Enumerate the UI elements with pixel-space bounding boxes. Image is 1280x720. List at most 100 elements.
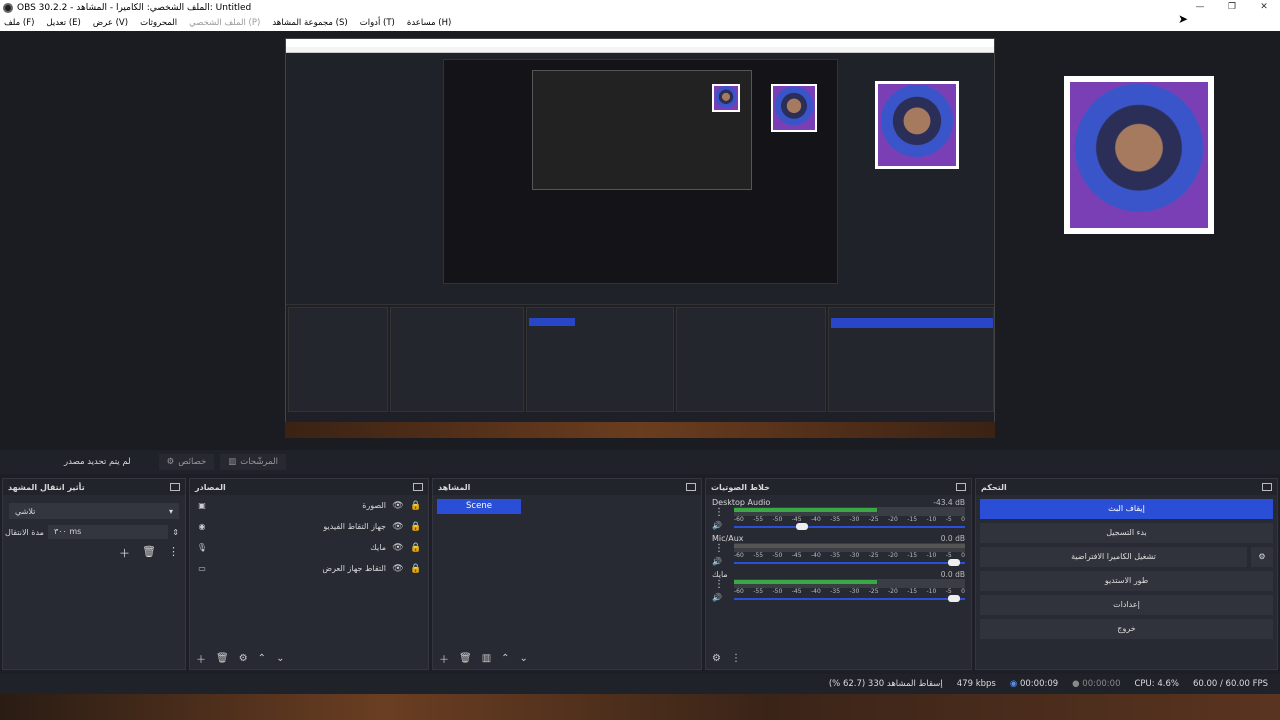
- webcam-image: [875, 81, 959, 169]
- add-icon[interactable]: ＋: [196, 651, 206, 666]
- dropped-frames: إسقاط المشاهد 330 (62.7 %): [828, 679, 943, 689]
- kebab-menu-icon[interactable]: ⋮: [714, 579, 724, 590]
- filters-button[interactable]: ▥ المرشّحات: [220, 454, 286, 470]
- scene-item[interactable]: Scene: [437, 499, 521, 514]
- mouse-cursor-icon: ➤: [1178, 12, 1189, 26]
- speaker-icon[interactable]: 🔊: [712, 593, 722, 602]
- scale-tick: -40: [811, 516, 821, 523]
- scale-tick: -15: [907, 552, 918, 559]
- undock-icon[interactable]: [413, 483, 423, 491]
- scale-tick: -5: [945, 552, 952, 559]
- undock-icon[interactable]: [686, 483, 696, 491]
- undock-icon[interactable]: [1262, 483, 1272, 491]
- lock-icon[interactable]: 🔒: [410, 543, 422, 553]
- source-item[interactable]: ▭ التقاط جهاز العرض 👁 🔒: [190, 558, 428, 579]
- meter-scale: -60 -55 -50 -45 -40 -35 -30 -25 -20 -15 -10 -5 0: [734, 516, 965, 523]
- virtual-camera-settings-button[interactable]: ⚙: [1251, 547, 1273, 567]
- source-item[interactable]: ◉ جهاز التقاط الفيديو 👁 🔒: [190, 516, 428, 537]
- desk-background: [285, 422, 995, 438]
- scale-tick: 0: [961, 516, 965, 523]
- scale-tick: -45: [791, 588, 802, 595]
- menu-view[interactable]: عرض (V): [93, 18, 128, 28]
- add-icon[interactable]: ＋: [439, 651, 449, 666]
- channel-name: Mic/Aux: [712, 534, 744, 543]
- close-button[interactable]: ✕: [1248, 0, 1280, 15]
- scale-tick: -40: [811, 588, 821, 595]
- start-virtual-camera-button[interactable]: تشغيل الكاميرا الافتراضية: [980, 547, 1247, 567]
- start-recording-button[interactable]: بدء التسجيل: [980, 523, 1273, 543]
- trash-icon[interactable]: 🗑: [142, 545, 156, 561]
- gear-icon[interactable]: ⚙: [712, 653, 721, 664]
- broadcast-icon: ◉: [1009, 679, 1018, 689]
- kebab-menu-icon[interactable]: ⋮: [168, 545, 179, 561]
- scale-tick: -35: [830, 552, 841, 559]
- speaker-icon[interactable]: 🔊: [712, 557, 722, 566]
- lock-icon[interactable]: 🔒: [410, 501, 422, 511]
- slider-knob[interactable]: [795, 523, 808, 530]
- arrow-down-icon[interactable]: ⌄: [276, 653, 284, 664]
- eye-icon[interactable]: 👁: [392, 564, 404, 574]
- nested-webcam-preview: [771, 84, 817, 132]
- duration-input[interactable]: ٣٠٠ ms: [47, 525, 169, 539]
- slider-track: [734, 598, 965, 600]
- settings-button[interactable]: إعدادات: [980, 595, 1273, 615]
- source-item[interactable]: 🎙 مايك 👁 🔒: [190, 537, 428, 558]
- eye-icon[interactable]: 👁: [392, 522, 404, 532]
- volume-slider[interactable]: [734, 559, 965, 567]
- volume-slider[interactable]: [734, 595, 965, 603]
- menu-docks[interactable]: المحروثات: [140, 18, 177, 28]
- menu-scene-collection[interactable]: مجموعة المشاهد (S): [272, 18, 347, 28]
- add-icon[interactable]: ＋: [119, 545, 130, 561]
- scale-tick: -10: [926, 552, 937, 559]
- scale-tick: -35: [830, 516, 841, 523]
- kebab-menu-icon[interactable]: ⋮: [714, 543, 724, 554]
- menu-profile[interactable]: الملف الشخصي (P): [189, 18, 260, 28]
- scale-tick: -60: [734, 552, 744, 559]
- exit-button[interactable]: خروج: [980, 619, 1273, 639]
- menu-tools[interactable]: أدوات (T): [360, 18, 395, 28]
- scale-tick: -50: [772, 588, 783, 595]
- spinner-arrows-icon[interactable]: ⇕: [172, 528, 179, 537]
- eye-icon[interactable]: 👁: [392, 543, 404, 553]
- speaker-icon[interactable]: 🔊: [712, 521, 722, 530]
- menu-file[interactable]: ملف (F): [4, 18, 34, 28]
- undock-icon[interactable]: [170, 483, 180, 491]
- slider-knob[interactable]: [948, 595, 961, 602]
- channel-db: 0.0 dB: [940, 570, 965, 579]
- maximize-button[interactable]: ❐: [1216, 0, 1248, 15]
- stop-streaming-button[interactable]: إيقاف البث: [980, 499, 1273, 519]
- record-icon: ●: [1072, 679, 1080, 689]
- status-bar: إسقاط المشاهد 330 (62.7 %) 479 kbps ◉ 00…: [0, 674, 1280, 694]
- undock-icon[interactable]: [956, 483, 966, 491]
- preview-canvas[interactable]: [0, 31, 1280, 450]
- scale-tick: -60: [734, 516, 744, 523]
- minimize-button[interactable]: —: [1184, 0, 1216, 15]
- source-item[interactable]: ▣ الصورة 👁 🔒: [190, 495, 428, 516]
- transition-select[interactable]: تلاشي ▾: [9, 503, 179, 519]
- studio-mode-button[interactable]: طور الاستديو: [980, 571, 1273, 591]
- lock-icon[interactable]: 🔒: [410, 522, 422, 532]
- chevron-down-icon: ▾: [168, 506, 173, 516]
- trash-icon[interactable]: 🗑: [459, 653, 472, 664]
- kebab-menu-icon[interactable]: ⋮: [731, 653, 741, 664]
- properties-button[interactable]: ⚙ خصائص: [158, 454, 215, 470]
- arrow-up-icon[interactable]: ⌃: [501, 653, 509, 664]
- select-value: تلاشي: [15, 506, 36, 516]
- arrow-down-icon[interactable]: ⌄: [520, 653, 528, 664]
- filter-icon[interactable]: ▥: [482, 653, 491, 664]
- kebab-menu-icon[interactable]: ⋮: [714, 507, 724, 518]
- menu-help[interactable]: مساعدة (H): [407, 18, 451, 28]
- trash-icon[interactable]: 🗑: [216, 653, 229, 664]
- monitor-icon: ▭: [198, 564, 206, 573]
- scale-tick: -60: [734, 588, 744, 595]
- volume-slider[interactable]: [734, 523, 965, 531]
- fps-counter: 60.00 / 60.00 FPS: [1192, 679, 1268, 689]
- arrow-up-icon[interactable]: ⌃: [258, 653, 266, 664]
- dock-title: المشاهد: [438, 482, 471, 492]
- lock-icon[interactable]: 🔒: [410, 564, 422, 574]
- menu-edit[interactable]: تعديل (E): [46, 18, 80, 28]
- gear-icon[interactable]: ⚙: [239, 653, 248, 664]
- eye-icon[interactable]: 👁: [392, 501, 404, 511]
- slider-knob[interactable]: [948, 559, 961, 566]
- scale-tick: -45: [791, 516, 802, 523]
